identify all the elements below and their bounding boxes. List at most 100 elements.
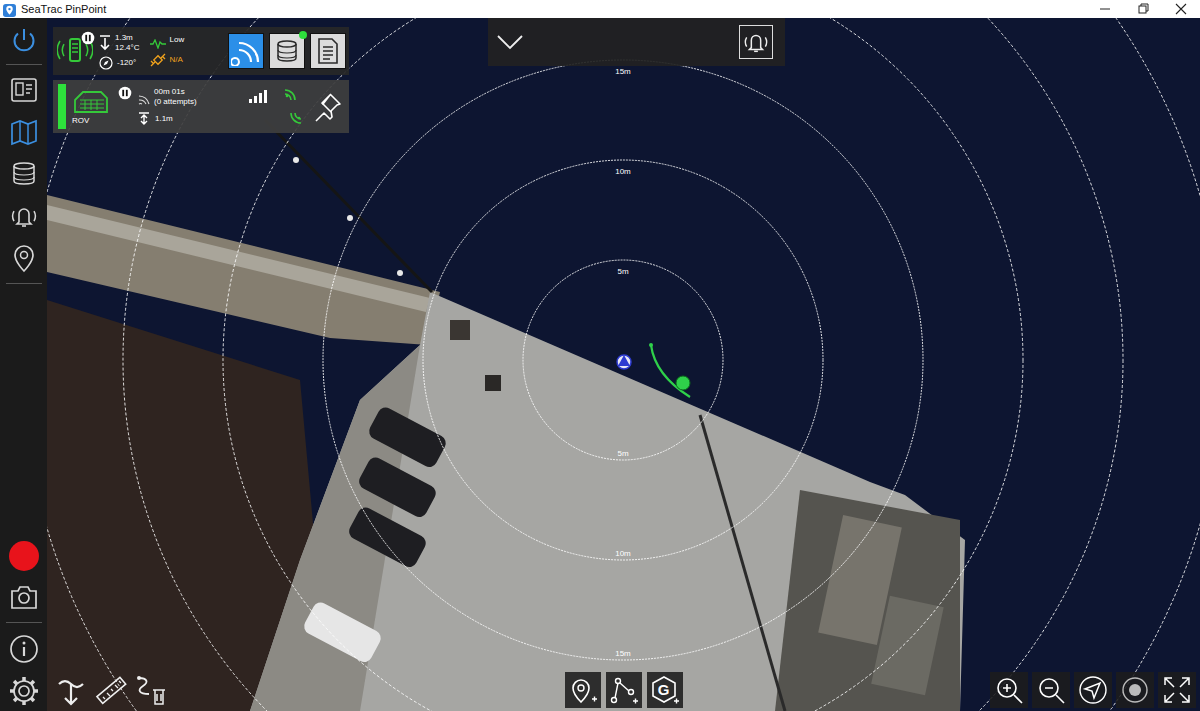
rov-attempts: (0 attempts) (154, 97, 197, 107)
range-ring (423, 160, 823, 560)
rov-readings: 00m 01s(0 attempts) 1.1m (138, 87, 197, 126)
signal-bar (254, 96, 257, 103)
rov-depth: 1.1m (138, 112, 197, 126)
info-icon[interactable] (8, 633, 40, 665)
navigation-arrow-button[interactable] (1074, 672, 1112, 708)
add-geofence-button[interactable]: G (647, 672, 683, 708)
sidebar-item[interactable] (4, 199, 44, 233)
heading-reading: -120° (99, 56, 140, 70)
rov-elapsed: 00m 01s (154, 87, 197, 97)
rov-status-panel: ROV 00m 01s(0 attempts) 1.1m (53, 80, 349, 133)
signal-bar (259, 93, 262, 103)
alarm-bell-icon (742, 28, 770, 56)
range-ring-label: 15m (615, 67, 631, 76)
sidebar (0, 18, 47, 711)
car (301, 600, 383, 665)
range-ring (323, 60, 923, 660)
beacon-panel-button[interactable] (269, 33, 305, 69)
vessel-marker-icon[interactable] (617, 355, 631, 369)
beacon-device[interactable] (57, 31, 93, 71)
beacon-panel-button[interactable] (228, 33, 264, 69)
range-ring-label: 10m (615, 549, 631, 558)
satellite-icon (150, 53, 166, 67)
connection-icon (231, 36, 261, 66)
rov-device[interactable]: ROV (72, 88, 112, 126)
pause-icon[interactable] (81, 31, 95, 45)
rov-label: ROV (72, 116, 89, 126)
depth-arrow-icon (99, 35, 111, 51)
zoom-out-button[interactable] (1032, 672, 1070, 708)
rov-ping-texts: 00m 01s(0 attempts) (154, 87, 197, 107)
sidebar-item[interactable] (4, 115, 44, 149)
rov-position-marker[interactable] (676, 376, 690, 390)
bottom-center-tools: G (565, 672, 683, 708)
add-waypoint-button[interactable] (565, 672, 601, 708)
geofence-label: G (658, 681, 670, 698)
gps-value: N/A (170, 55, 183, 65)
minimize-icon[interactable] (1086, 0, 1124, 18)
boat (871, 596, 944, 695)
boat-dock (775, 490, 960, 711)
pier (250, 292, 965, 711)
pier-object (485, 375, 501, 391)
range-ring-label: 5m (617, 449, 628, 458)
compass-icon (99, 56, 113, 70)
restore-icon[interactable] (1124, 0, 1162, 18)
waypoint-pin-icon (9, 243, 39, 273)
sidebar-item[interactable] (4, 73, 44, 107)
range-ring-label: 15m (615, 649, 631, 658)
navigation-arrow-icon (1078, 675, 1108, 705)
add-route-icon (609, 675, 639, 705)
pin-icon[interactable] (311, 91, 343, 123)
center-target-button[interactable] (1116, 672, 1154, 708)
power-icon[interactable] (9, 26, 39, 56)
status-indicator-dot (299, 31, 307, 39)
walkway-rail (47, 205, 430, 312)
beacon-list-icon (272, 36, 302, 66)
settings-gear-icon[interactable] (8, 675, 40, 707)
bottom-right-tools (990, 672, 1196, 708)
camera-icon[interactable] (8, 582, 40, 612)
map-view[interactable]: 5m10m15m5m10m15m1.3m12.4°C-120°LowN/AROV… (47, 18, 1200, 711)
clear-track-icon[interactable] (133, 672, 169, 708)
fullscreen-icon (1162, 675, 1192, 705)
sidebar-separator (6, 283, 42, 284)
chevron-icon[interactable] (496, 34, 524, 50)
zoom-in-button[interactable] (990, 672, 1028, 708)
depth-marker-icon[interactable] (53, 672, 89, 708)
mooring-line (265, 120, 432, 292)
beacon-link-readings: Low N/A (150, 35, 185, 67)
title-bar: SeaTrac PinPoint (0, 0, 1200, 18)
sidebar-separator (6, 622, 42, 623)
zoom-out-icon (1036, 675, 1066, 705)
close-icon[interactable] (1162, 0, 1200, 18)
beacon-panel-button[interactable] (310, 33, 346, 69)
beacons-icon (9, 159, 39, 189)
alarm-button[interactable] (739, 25, 773, 59)
ruler-icon[interactable] (93, 672, 129, 708)
sidebar-item[interactable] (4, 157, 44, 191)
main-area: 5m10m15m5m10m15m1.3m12.4°C-120°LowN/AROV… (0, 18, 1200, 711)
rov-icon (72, 88, 110, 116)
range-ring (47, 18, 1200, 711)
signal-strength-bars (249, 89, 267, 103)
signal-quality-value: Low (170, 35, 185, 45)
rov-ping: 00m 01s(0 attempts) (138, 87, 197, 107)
fullscreen-button[interactable] (1158, 672, 1196, 708)
acoustic-link-icon (279, 87, 305, 127)
rov-depth-value: 1.1m (155, 114, 173, 124)
signal-quality: Low (150, 35, 185, 45)
pause-icon[interactable] (118, 86, 132, 100)
signal-bar (264, 90, 267, 103)
zoom-in-icon (994, 675, 1024, 705)
buoy (347, 215, 353, 221)
record-button-icon[interactable] (8, 540, 40, 572)
beacon-buttons (228, 33, 346, 69)
range-ring-label: 5m (617, 267, 628, 276)
signal-bar (249, 99, 252, 103)
add-waypoint-icon (568, 675, 598, 705)
add-route-button[interactable] (606, 672, 642, 708)
rov-status-bar (58, 84, 66, 129)
sidebar-item[interactable] (4, 241, 44, 275)
window-title: SeaTrac PinPoint (21, 3, 106, 15)
